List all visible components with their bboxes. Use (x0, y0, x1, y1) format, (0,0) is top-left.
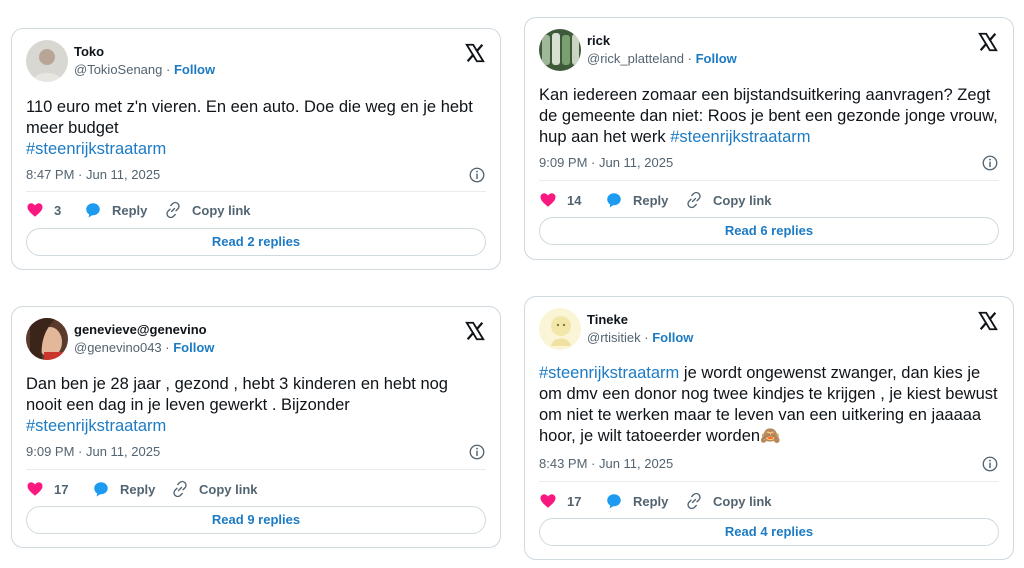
tweet-card: genevieve@genevino @genevino043 · Follow… (11, 306, 501, 548)
tweet-card: Tineke @rtisitiek · Follow #steenrijkstr… (524, 296, 1014, 560)
tweet-text: #steenrijkstraatarm je wordt ongewenst z… (539, 364, 998, 445)
tweet-card: rick @rick_platteland · Follow Kan ieder… (524, 17, 1014, 260)
avatar[interactable] (539, 308, 581, 350)
follow-button[interactable]: Follow (652, 330, 693, 345)
avatar[interactable] (539, 29, 581, 71)
tweet-header: Toko @TokioSenang · Follow (26, 40, 486, 84)
heart-icon (540, 494, 556, 508)
divider (26, 469, 486, 470)
speech-bubble-icon (607, 494, 621, 509)
read-replies-button[interactable]: Read 6 replies (539, 217, 999, 245)
author-name[interactable]: Toko (74, 43, 215, 61)
like-button[interactable]: 3 (26, 199, 61, 221)
follow-button[interactable]: Follow (696, 51, 737, 66)
x-logo-icon[interactable] (977, 310, 999, 332)
link-icon (173, 480, 187, 498)
speech-bubble-icon (86, 203, 100, 218)
hashtag-link[interactable]: #steenrijkstraatarm (670, 128, 810, 146)
timestamp[interactable]: 8:43 PM · Jun 11, 2025 (539, 456, 673, 471)
timestamp[interactable]: 9:09 PM · Jun 11, 2025 (26, 444, 160, 459)
tweet-header: rick @rick_platteland · Follow (539, 29, 999, 73)
link-icon (166, 201, 180, 219)
hashtag-link[interactable]: #steenrijkstraatarm (26, 140, 166, 158)
link-icon (687, 492, 701, 510)
x-logo-icon[interactable] (464, 320, 486, 342)
tweet-card: Toko @TokioSenang · Follow 110 euro met … (11, 28, 501, 270)
reply-button[interactable]: Reply (84, 199, 147, 221)
timestamp[interactable]: 8:47 PM · Jun 11, 2025 (26, 167, 160, 182)
reply-button[interactable]: Reply (605, 189, 668, 211)
like-count: 17 (54, 481, 69, 497)
hashtag-link[interactable]: #steenrijkstraatarm (26, 417, 166, 435)
author-name[interactable]: Tineke (587, 311, 693, 329)
author-name[interactable]: rick (587, 32, 737, 50)
info-icon[interactable] (468, 166, 486, 184)
copy-link-button[interactable]: Copy link (685, 490, 772, 512)
tweet-header: genevieve@genevino @genevino043 · Follow (26, 318, 486, 362)
tweet-text: 110 euro met z'n vieren. En een auto. Do… (26, 98, 473, 158)
copy-link-button[interactable]: Copy link (171, 478, 258, 500)
follow-button[interactable]: Follow (174, 62, 215, 77)
author-handle[interactable]: @genevino043 (74, 340, 162, 355)
like-button[interactable]: 17 (26, 478, 68, 500)
heart-icon (540, 193, 556, 207)
author-handle[interactable]: @rick_platteland (587, 51, 684, 66)
like-count: 17 (567, 493, 582, 509)
avatar[interactable] (26, 40, 68, 82)
author-handle[interactable]: @TokioSenang (74, 62, 162, 77)
info-icon[interactable] (981, 455, 999, 473)
tweet-header: Tineke @rtisitiek · Follow (539, 308, 999, 352)
read-replies-button[interactable]: Read 4 replies (539, 518, 999, 546)
reply-button[interactable]: Reply (605, 490, 668, 512)
read-replies-button[interactable]: Read 9 replies (26, 506, 486, 534)
heart-icon (27, 482, 43, 496)
link-icon (687, 191, 701, 209)
heart-icon (27, 203, 43, 217)
like-button[interactable]: 17 (539, 490, 581, 512)
speech-bubble-icon (607, 193, 621, 208)
avatar[interactable] (26, 318, 68, 360)
follow-button[interactable]: Follow (173, 340, 214, 355)
like-count: 14 (567, 192, 582, 208)
tweet-text: Dan ben je 28 jaar , gezond , hebt 3 kin… (26, 375, 448, 435)
author-name[interactable]: genevieve@genevino (74, 321, 214, 339)
like-count: 3 (54, 202, 62, 218)
info-icon[interactable] (981, 154, 999, 172)
x-logo-icon[interactable] (464, 42, 486, 64)
speech-bubble-icon (94, 482, 108, 497)
copy-link-button[interactable]: Copy link (685, 189, 772, 211)
divider (539, 180, 999, 181)
hashtag-link[interactable]: #steenrijkstraatarm (539, 364, 679, 382)
info-icon[interactable] (468, 443, 486, 461)
reply-button[interactable]: Reply (92, 478, 155, 500)
divider (26, 191, 486, 192)
author-handle[interactable]: @rtisitiek (587, 330, 641, 345)
copy-link-button[interactable]: Copy link (164, 199, 251, 221)
tweet-text: Kan iedereen zomaar een bijstandsuitkeri… (539, 86, 998, 146)
timestamp[interactable]: 9:09 PM · Jun 11, 2025 (539, 155, 673, 170)
like-button[interactable]: 14 (539, 189, 581, 211)
read-replies-button[interactable]: Read 2 replies (26, 228, 486, 256)
divider (539, 481, 999, 482)
x-logo-icon[interactable] (977, 31, 999, 53)
